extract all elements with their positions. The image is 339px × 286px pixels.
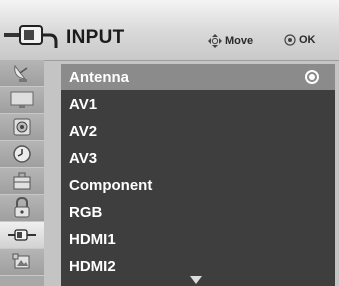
input-label: HDMI1 xyxy=(69,230,116,248)
menu-header: INPUT Move OK xyxy=(0,0,339,61)
input-item-av1[interactable]: AV1 xyxy=(61,91,335,117)
ok-hint: OK xyxy=(284,34,316,46)
input-item-component[interactable]: Component xyxy=(61,172,335,198)
move-hint-label: Move xyxy=(225,34,254,47)
sidebar-item-channel[interactable] xyxy=(0,60,44,87)
input-plug-icon xyxy=(8,229,36,241)
input-label: AV1 xyxy=(69,95,98,113)
sidebar-item-time[interactable] xyxy=(0,141,44,168)
sidebar-item-usb[interactable] xyxy=(0,249,44,276)
input-plug-icon xyxy=(4,25,58,48)
input-label: AV2 xyxy=(69,122,98,140)
input-item-hdmi1[interactable]: HDMI1 xyxy=(61,226,335,252)
input-label: Component xyxy=(69,176,153,194)
input-label: HDMI2 xyxy=(69,257,116,275)
sidebar-item-input[interactable] xyxy=(0,222,44,249)
menu-title: INPUT xyxy=(66,27,125,48)
category-sidebar xyxy=(0,60,44,286)
ok-hint-label: OK xyxy=(299,34,316,46)
picture-icon xyxy=(10,91,34,108)
ok-button-icon xyxy=(284,34,296,46)
option-toolbox-icon xyxy=(13,172,31,190)
clock-icon xyxy=(13,145,31,163)
input-item-antenna[interactable]: Antenna xyxy=(61,64,335,90)
input-list: Antenna AV1 AV2 AV3 Component RGB HDMI1 … xyxy=(61,64,335,286)
osd-menu: INPUT Move OK Antenna AV1 AV2 AV3 Compon… xyxy=(0,0,339,286)
move-arrows-icon xyxy=(208,34,222,48)
satellite-dish-icon xyxy=(14,64,28,82)
usb-photo-icon xyxy=(12,253,30,269)
sidebar-item-option[interactable] xyxy=(0,168,44,195)
sidebar-item-picture[interactable] xyxy=(0,87,44,114)
input-item-av2[interactable]: AV2 xyxy=(61,118,335,144)
input-label: Antenna xyxy=(69,68,129,86)
scroll-down-arrow-icon[interactable] xyxy=(190,276,202,284)
audio-speaker-icon xyxy=(13,118,31,136)
input-item-rgb[interactable]: RGB xyxy=(61,199,335,225)
selected-radio-icon xyxy=(305,70,319,84)
input-label: AV3 xyxy=(69,149,98,167)
sidebar-item-audio[interactable] xyxy=(0,114,44,141)
move-hint: Move xyxy=(208,34,253,48)
sidebar-item-lock[interactable] xyxy=(0,195,44,222)
input-item-av3[interactable]: AV3 xyxy=(61,145,335,171)
lock-icon xyxy=(14,197,30,218)
input-label: RGB xyxy=(69,203,103,221)
